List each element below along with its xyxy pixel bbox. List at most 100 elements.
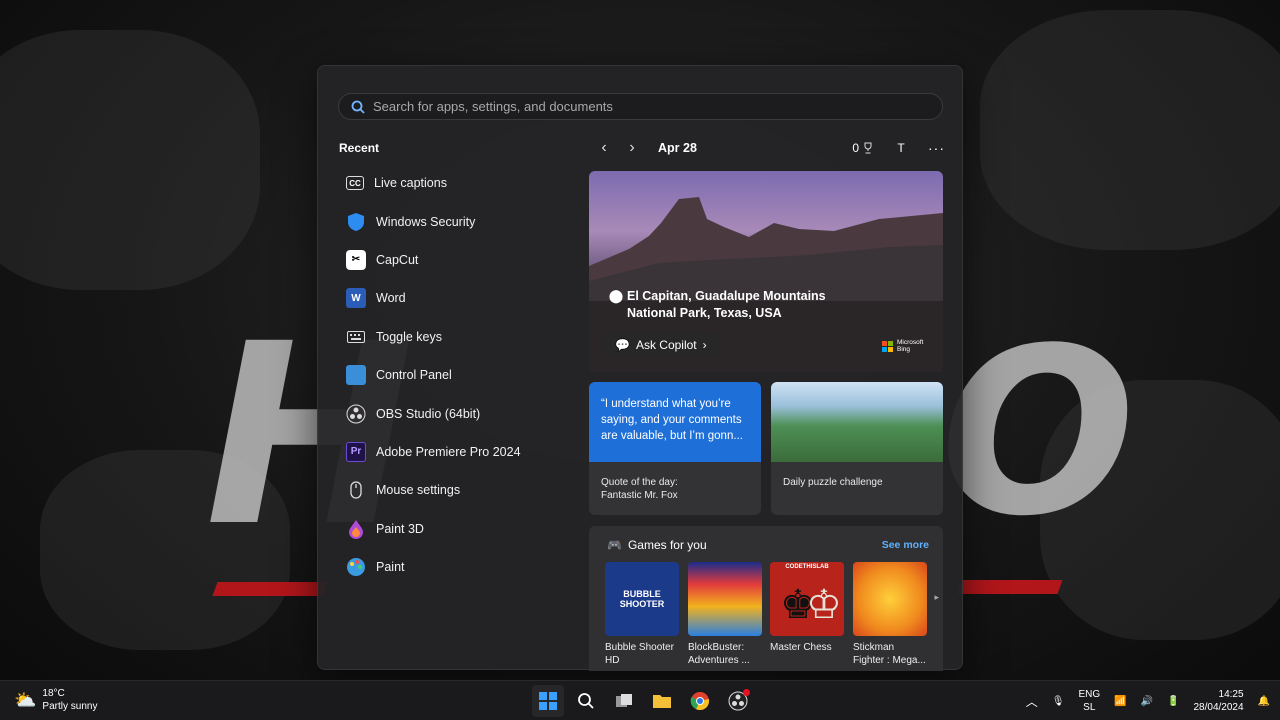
recent-item-capcut[interactable]: ✂ CapCut — [338, 241, 578, 279]
taskbar-search-button[interactable] — [570, 685, 602, 717]
weather-desc: Partly sunny — [42, 701, 98, 712]
premiere-icon: Pr — [346, 441, 366, 462]
folder-icon — [653, 695, 671, 708]
recent-item-paint[interactable]: Paint — [338, 548, 578, 586]
task-view-icon — [616, 694, 632, 707]
recent-item-paint3d[interactable]: Paint 3D — [338, 510, 578, 548]
clock[interactable]: 14:25 28/04/2024 — [1193, 688, 1243, 714]
word-icon: W — [346, 288, 366, 309]
trophy-icon — [864, 142, 872, 154]
scroll-right-button[interactable]: ▸ — [934, 592, 939, 603]
taskbar: ⛅ 18°C Partly sunny ︿ 🎙 ENG SL 📶 🔊 🔋 14:… — [0, 680, 1280, 720]
live-captions-icon: CC — [346, 176, 364, 191]
caret-right-icon: ▸ — [934, 592, 939, 602]
hero-image-card[interactable]: ⬤ El Capitan, Guadalupe Mountains Nation… — [589, 171, 943, 372]
chrome-button[interactable] — [684, 685, 716, 717]
chevron-up-icon[interactable]: ︿ — [1026, 693, 1038, 710]
quote-caption-title: Quote of the day: — [601, 477, 678, 488]
reward-points: 0 — [852, 141, 859, 155]
bing-label: Microsoft Bing — [897, 339, 924, 353]
puzzle-card[interactable]: Daily puzzle challenge — [771, 382, 943, 515]
keyboard-icon — [346, 327, 366, 347]
weather-temp: 18°C — [42, 688, 65, 699]
wifi-icon[interactable]: 📶 — [1114, 696, 1126, 707]
game-name: Stickman Fighter : Mega... — [853, 642, 926, 666]
see-more-link[interactable]: See more — [882, 539, 929, 551]
game-name: BlockBuster: Adventures ... — [688, 642, 750, 666]
battery-icon[interactable]: 🔋 — [1167, 696, 1179, 707]
next-day-button[interactable]: › — [618, 137, 646, 159]
file-explorer-button[interactable] — [646, 685, 678, 717]
game-tile[interactable]: CODETHISLAB ♚ ♔ Master Chess — [770, 562, 844, 654]
game-name: Bubble Shooter HD — [605, 642, 674, 666]
windows-icon — [539, 692, 557, 710]
recording-badge-icon — [743, 689, 750, 696]
mouse-icon — [346, 480, 366, 500]
partly-sunny-icon: ⛅ — [14, 689, 37, 710]
ask-copilot-label: Ask Copilot — [635, 337, 697, 352]
paint3d-icon — [346, 519, 366, 539]
recent-item-mouse-settings[interactable]: Mouse settings — [338, 471, 578, 509]
rewards-button[interactable]: 0 — [852, 141, 874, 155]
previous-day-button[interactable]: ‹ — [590, 137, 618, 159]
weather-widget[interactable]: ⛅ 18°C Partly sunny — [14, 687, 97, 713]
location-pin-icon: ⬤ — [609, 289, 623, 303]
recent-item-word[interactable]: W Word — [338, 279, 578, 317]
location-caption: ⬤ El Capitan, Guadalupe Mountains Nation… — [609, 288, 839, 322]
microsoft-logo-icon — [882, 340, 893, 352]
recent-item-obs[interactable]: OBS Studio (64bit) — [338, 394, 578, 432]
more-options-button[interactable]: ··· — [928, 140, 945, 156]
recent-item-windows-security[interactable]: Windows Security — [338, 202, 578, 240]
search-panel: Recent CC Live captions Windows Security… — [317, 65, 963, 671]
search-box[interactable] — [338, 93, 943, 120]
task-view-button[interactable] — [608, 685, 640, 717]
quote-text: “I understand what you’re saying, and yo… — [589, 382, 761, 462]
quote-card[interactable]: “I understand what you’re saying, and yo… — [589, 382, 761, 515]
chat-icon: 💬 — [615, 337, 630, 352]
game-tile[interactable]: BUBBLE SHOOTER Bubble Shooter HD — [605, 562, 679, 667]
stickman-fighter-thumbnail — [853, 562, 927, 636]
widgets-header: ‹ › Apr 28 0 T ··· — [590, 137, 945, 159]
microphone-icon[interactable]: 🎙 — [1052, 696, 1065, 707]
gamepad-icon: 🎮 — [607, 538, 622, 552]
ask-copilot-button[interactable]: 💬 Ask Copilot › — [603, 332, 719, 357]
capcut-icon: ✂ — [346, 249, 366, 270]
master-chess-thumbnail: CODETHISLAB ♚ ♔ — [770, 562, 844, 636]
language-indicator[interactable]: ENG SL — [1078, 688, 1100, 714]
games-title: Games for you — [627, 538, 707, 552]
game-tile[interactable]: BlockBuster: Adventures ... — [688, 562, 762, 667]
search-icon — [578, 693, 594, 709]
chevron-left-icon: ‹ — [601, 139, 607, 156]
volume-icon[interactable]: 🔊 — [1141, 696, 1153, 707]
recent-item-toggle-keys[interactable]: Toggle keys — [338, 318, 578, 356]
chrome-icon — [690, 692, 710, 711]
location-text: El Capitan, Guadalupe Mountains National… — [627, 289, 826, 320]
avatar[interactable]: T — [892, 139, 910, 157]
clock-date: 28/04/2024 — [1193, 702, 1244, 713]
search-icon — [351, 100, 365, 114]
recent-item-premiere[interactable]: Pr Adobe Premiere Pro 2024 — [338, 433, 578, 471]
blockbuster-thumbnail — [688, 562, 762, 636]
bing-logo: Microsoft Bing — [882, 339, 927, 353]
obs-icon — [346, 404, 366, 424]
recent-item-control-panel[interactable]: Control Panel — [338, 356, 578, 394]
chevron-right-icon: › — [702, 337, 707, 352]
game-name: Master Chess — [770, 642, 832, 653]
recent-list: CC Live captions Windows Security ✂ CapC… — [338, 164, 578, 586]
obs-taskbar-button[interactable] — [722, 685, 754, 717]
quote-caption-source: Fantastic Mr. Fox — [601, 490, 678, 501]
game-tile[interactable]: Stickman Fighter : Mega... — [853, 562, 927, 667]
shield-icon — [346, 212, 366, 232]
clock-time: 14:25 — [1218, 689, 1244, 700]
recent-heading: Recent — [339, 141, 380, 155]
bubble-shooter-thumbnail: BUBBLE SHOOTER — [605, 562, 679, 636]
paint-icon — [346, 557, 366, 577]
puzzle-image — [771, 382, 943, 462]
start-button[interactable] — [532, 685, 564, 717]
search-input[interactable] — [373, 99, 913, 114]
games-widget: 🎮 Games for you See more BUBBLE SHOOTER … — [589, 526, 943, 671]
chevron-right-icon: › — [629, 139, 635, 156]
recent-item-live-captions[interactable]: CC Live captions — [338, 164, 578, 202]
notification-bell-icon[interactable]: 🔔 — [1258, 696, 1270, 707]
ellipsis-icon: ··· — [928, 140, 945, 156]
